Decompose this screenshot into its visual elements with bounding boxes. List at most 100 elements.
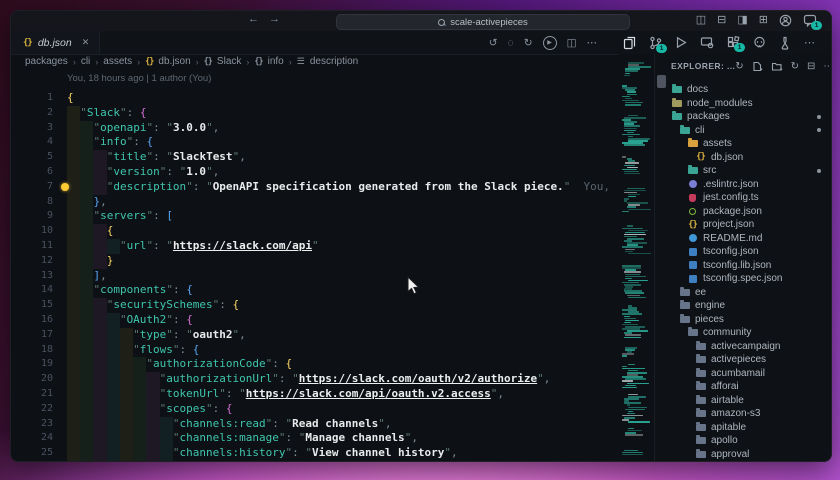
account-icon[interactable] (779, 14, 792, 27)
code-line-17[interactable]: 17"type": "oauth2", (11, 328, 654, 343)
breadcrumb-item[interactable]: Slack (217, 56, 241, 67)
testing-icon[interactable] (779, 36, 791, 50)
new-file-icon[interactable] (752, 61, 763, 72)
indent-guide (80, 121, 93, 136)
code-line-9[interactable]: 9"servers": [ (11, 209, 654, 224)
codelens-blame[interactable]: You, 18 hours ago | 1 author (You) (11, 69, 654, 91)
split-editor-icon[interactable]: ◫ (567, 37, 577, 49)
code-line-20[interactable]: 20"authorizationUrl": "https://slack.com… (11, 372, 654, 387)
tree-item-packages[interactable]: packages (655, 110, 831, 124)
tree-item-engine[interactable]: engine (655, 299, 831, 313)
tree-item-tsconfig.json[interactable]: tsconfig.json (655, 245, 831, 259)
tree-item-pieces[interactable]: pieces (655, 313, 831, 327)
tree-item-ee[interactable]: ee (655, 286, 831, 300)
tree-item-tsconfig.spec.json[interactable]: tsconfig.spec.json (655, 272, 831, 286)
code-line-4[interactable]: 4"info": { (11, 135, 654, 150)
activity-more-icon[interactable]: ⋯ (804, 36, 815, 49)
tree-item-apollo[interactable]: apollo (655, 434, 831, 448)
editor-pane[interactable]: You, 18 hours ago | 1 author (You) 1{2"S… (11, 69, 654, 461)
code-line-8[interactable]: 8}, (11, 195, 654, 210)
tree-item-amazon-s3[interactable]: amazon-s3 (655, 407, 831, 421)
breadcrumb-item[interactable]: info (268, 56, 284, 67)
code-line-15[interactable]: 15"securitySchemes": { (11, 298, 654, 313)
tree-item-src[interactable]: src (655, 164, 831, 178)
copilot-icon[interactable] (753, 36, 766, 49)
code-line-25[interactable]: 25"channels:history": "View channel hist… (11, 446, 654, 461)
tree-item-.eslintrc.json[interactable]: .eslintrc.json (655, 178, 831, 192)
run-debug-icon[interactable] (675, 36, 687, 49)
code-line-23[interactable]: 23"channels:read": "Read channels", (11, 417, 654, 432)
new-folder-icon[interactable] (771, 61, 783, 72)
breadcrumb-item[interactable]: cli (81, 56, 90, 67)
tree-item-tsconfig.lib.json[interactable]: tsconfig.lib.json (655, 259, 831, 273)
code-line-24[interactable]: 24"channels:manage": "Manage channels", (11, 431, 654, 446)
tree-item-afforai[interactable]: afforai (655, 380, 831, 394)
code-line-1[interactable]: 1{ (11, 91, 654, 106)
explorer-view-icon[interactable] (623, 36, 636, 50)
tree-item-node_modules[interactable]: node_modules (655, 97, 831, 111)
breadcrumb-item[interactable]: packages (25, 56, 68, 67)
code-line-19[interactable]: 19"authorizationCode": { (11, 357, 654, 372)
toggle-panel-icon[interactable]: ⊟ (717, 13, 726, 28)
breadcrumb-item[interactable]: assets (103, 56, 132, 67)
extensions-icon[interactable]: 1 (727, 36, 740, 49)
command-center-search[interactable]: scale-activepieces (336, 14, 630, 30)
tree-item-jest.config.ts[interactable]: jest.config.ts (655, 191, 831, 205)
collapse-folders-icon[interactable]: ⊟ (807, 61, 815, 72)
breadcrumb-item[interactable]: description (310, 56, 358, 67)
code-line-21[interactable]: 21"tokenUrl": "https://slack.com/api/oau… (11, 387, 654, 402)
code-line-12[interactable]: 12} (11, 254, 654, 269)
tree-item-project.json[interactable]: {}project.json (655, 218, 831, 232)
tab-db-json[interactable]: {} db.json ✕ (11, 31, 100, 54)
tree-item-package.json[interactable]: package.json (655, 205, 831, 219)
history-forward-icon[interactable]: → (269, 13, 280, 25)
breadcrumb-separator: › (95, 57, 98, 67)
code-line-14[interactable]: 14"components": { (11, 283, 654, 298)
code-line-16[interactable]: 16"OAuth2": { (11, 313, 654, 328)
breadcrumb-item[interactable]: db.json (158, 56, 190, 67)
code-line-7[interactable]: 7"description": "OpenAPI specification g… (11, 180, 654, 195)
tree-item-db.json[interactable]: {}db.json (655, 151, 831, 165)
tree-item-apitable[interactable]: apitable (655, 421, 831, 435)
history-back-icon[interactable]: ← (248, 13, 259, 25)
code-line-5[interactable]: 5"title": "SlackTest", (11, 150, 654, 165)
nav-back-circle-icon[interactable]: ↺ (489, 37, 498, 49)
nav-forward-circle-icon[interactable]: ↻ (524, 37, 533, 49)
code-line-6[interactable]: 6"version": "1.0", (11, 165, 654, 180)
code-line-18[interactable]: 18"flows": { (11, 343, 654, 358)
editor-more-actions-icon[interactable]: ⋯ (587, 37, 598, 49)
toggle-secondary-sidebar-icon[interactable]: ◨ (737, 13, 747, 28)
minimap[interactable] (619, 54, 654, 461)
toggle-primary-sidebar-icon[interactable]: ◫ (696, 13, 706, 28)
source-control-icon[interactable]: 1 (649, 36, 662, 50)
tree-item-airtable[interactable]: airtable (655, 394, 831, 408)
tree-item-README.md[interactable]: README.md (655, 232, 831, 246)
refresh-explorer-icon[interactable]: ↻ (791, 61, 799, 72)
code-line-10[interactable]: 10{ (11, 224, 654, 239)
tree-item-label: project.json (703, 219, 754, 230)
tree-item-assets[interactable]: assets (655, 137, 831, 151)
remote-preview-icon[interactable] (700, 36, 714, 49)
nav-indicator-icon[interactable]: ◌ (508, 37, 514, 49)
tree-item-activecampaign[interactable]: activecampaign (655, 340, 831, 354)
tree-item-docs[interactable]: docs (655, 83, 831, 97)
chat-icon[interactable]: 1 (803, 14, 817, 27)
tree-item-acumbamail[interactable]: acumbamail (655, 367, 831, 381)
code-line-3[interactable]: 3"openapi": "3.0.0", (11, 121, 654, 136)
tree-item-community[interactable]: community (655, 326, 831, 340)
code-token: " (93, 209, 100, 224)
minimap-mark (622, 355, 627, 357)
tree-item-cli[interactable]: cli (655, 124, 831, 138)
code-action-lightbulb-icon[interactable] (61, 183, 69, 191)
code-line-22[interactable]: 22"scopes": { (11, 402, 654, 417)
customize-layout-icon[interactable]: ⊞ (759, 13, 768, 28)
tree-item-activepieces[interactable]: activepieces (655, 353, 831, 367)
code-line-13[interactable]: 13], (11, 269, 654, 284)
tree-item-approval[interactable]: approval (655, 448, 831, 462)
code-line-11[interactable]: 11"url": "https://slack.com/api" (11, 239, 654, 254)
code-line-2[interactable]: 2"Slack": { (11, 106, 654, 121)
run-icon[interactable]: ▶ (543, 36, 557, 50)
views-more-icon[interactable]: ⋯ (823, 61, 831, 72)
tab-close-icon[interactable]: ✕ (82, 37, 90, 48)
open-editors-icon[interactable]: ↻ (735, 61, 743, 72)
